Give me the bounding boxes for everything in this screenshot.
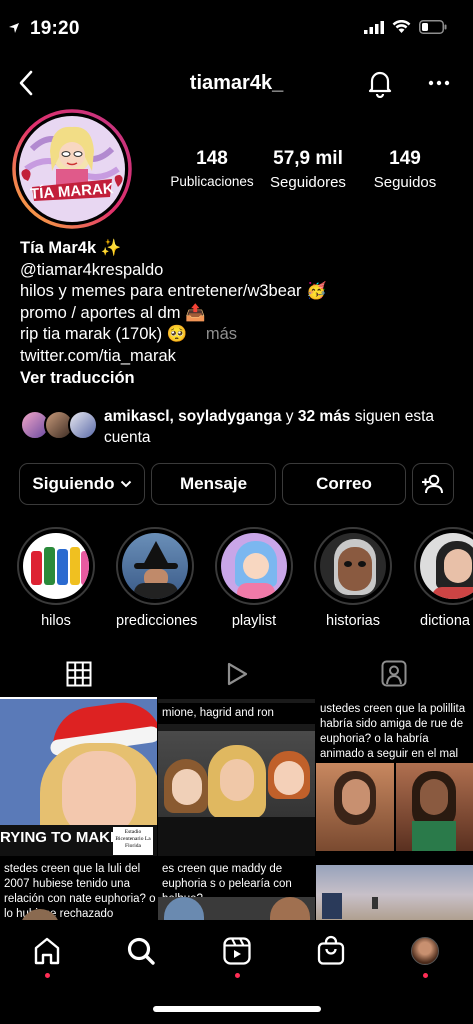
profile-bio: Tía Mar4k ✨ @tiamar4krespaldo hilos y me…	[20, 238, 450, 389]
notification-dot	[423, 973, 428, 978]
signal-icon	[364, 20, 384, 34]
more-options-icon[interactable]	[428, 72, 450, 94]
bio-website-link[interactable]: twitter.com/tia_marak	[20, 346, 450, 368]
tagged-icon[interactable]	[381, 660, 407, 688]
follower-avatars	[20, 406, 98, 442]
profile-tabs	[0, 650, 473, 698]
bio-line: rip tia marak (170k) 🥺	[20, 325, 188, 344]
stat-following-label: Seguidos	[373, 174, 437, 191]
bio-more-link[interactable]: más	[206, 325, 237, 343]
grid-post[interactable]: mione, hagrid and ron	[158, 699, 315, 856]
highlight-playlist[interactable]: playlist	[215, 527, 293, 629]
grid-icon[interactable]	[66, 661, 92, 687]
bio-last-line: rip tia marak (170k) 🥺 más	[20, 324, 450, 346]
highlight-label: predicciones	[116, 613, 198, 629]
stat-posts-value: 148	[196, 148, 228, 169]
post-caption: mione, hagrid and ron	[158, 703, 315, 724]
stat-followers-label: Seguidores	[270, 174, 346, 191]
followed-by-count: 32 más	[297, 408, 351, 425]
grid-post[interactable]: stedes creen que la luli del 2007 hubies…	[0, 857, 157, 920]
email-button-label: Correo	[316, 474, 372, 493]
notification-dot	[45, 973, 50, 978]
stat-following-value: 149	[389, 148, 421, 169]
reels-play-icon[interactable]	[225, 661, 249, 687]
home-icon[interactable]	[32, 936, 62, 966]
reels-icon[interactable]	[222, 936, 252, 966]
message-button[interactable]: Mensaje	[151, 463, 276, 505]
highlight-dictionary[interactable]: dictiona	[414, 527, 473, 629]
search-icon[interactable]	[126, 936, 156, 966]
highlight-label: playlist	[231, 613, 277, 629]
stat-followers-value: 57,9 mil	[273, 148, 343, 169]
email-button[interactable]: Correo	[282, 463, 406, 505]
profile-avatar[interactable]: TÍA MARAK	[12, 109, 132, 229]
highlight-predicciones[interactable]: predicciones	[116, 527, 198, 629]
status-time: 19:20	[30, 18, 80, 39]
stat-posts[interactable]: 148 Publicaciones	[166, 148, 258, 189]
grid-post[interactable]: RYING TO MAKE Estadio Bicentenario La Fl…	[0, 699, 157, 856]
status-icons	[9, 20, 447, 34]
shop-icon[interactable]	[316, 935, 346, 966]
bio-line: hilos y memes para entretener/w3bear 🥳	[20, 282, 327, 301]
profile-handle: tiamar4k_	[189, 72, 284, 94]
followed-by-names: amikascl, soyladyganga	[104, 408, 282, 425]
following-button[interactable]: Siguiendo	[19, 463, 145, 505]
highlight-label: dictiona	[420, 613, 470, 629]
grid-post[interactable]: ustedes creen que la polillita habría si…	[316, 699, 473, 856]
add-user-icon	[422, 474, 443, 494]
post-stamp: Estadio Bicentenario La Florida	[113, 827, 153, 855]
home-indicator	[153, 1006, 321, 1012]
notification-bell-icon[interactable]	[366, 68, 394, 98]
wifi-icon	[392, 20, 411, 33]
bio-line[interactable]: @tiamar4krespaldo	[20, 260, 450, 282]
highlight-label: historias	[326, 613, 380, 629]
highlight-hilos[interactable]: hilos	[17, 527, 95, 629]
grid-post[interactable]	[316, 857, 473, 920]
highlight-label: hilos	[41, 613, 71, 629]
battery-icon	[419, 20, 447, 34]
stat-followers[interactable]: 57,9 mil Seguidores	[262, 148, 354, 191]
bio-line: promo / aportes al dm 📤	[20, 303, 206, 322]
profile-name: Tía Mar4k ✨	[20, 239, 122, 257]
message-button-label: Mensaje	[179, 474, 248, 493]
location-arrow-icon	[9, 23, 19, 33]
grid-post[interactable]: es creen que maddy de euphoria s o pelea…	[158, 857, 315, 920]
post-overlay-text: RYING TO MAKE	[0, 829, 121, 846]
following-button-label: Siguiendo	[32, 474, 115, 493]
stat-posts-label: Publicaciones	[170, 174, 254, 189]
followed-by-joiner: y	[281, 408, 298, 425]
followed-by[interactable]: amikascl, soyladyganga y 32 más siguen e…	[20, 406, 460, 448]
see-translation-link[interactable]: Ver traducción	[20, 368, 450, 390]
profile-avatar-nav[interactable]	[411, 937, 439, 965]
followed-by-text: amikascl, soyladyganga y 32 más siguen e…	[104, 406, 460, 448]
notification-dot	[235, 973, 240, 978]
suggested-people-button[interactable]	[412, 463, 454, 505]
chevron-down-icon	[120, 480, 131, 488]
post-caption: stedes creen que la luli del 2007 hubies…	[0, 859, 157, 920]
highlight-historias[interactable]: historias	[314, 527, 392, 629]
stat-following[interactable]: 149 Seguidos	[362, 148, 448, 191]
